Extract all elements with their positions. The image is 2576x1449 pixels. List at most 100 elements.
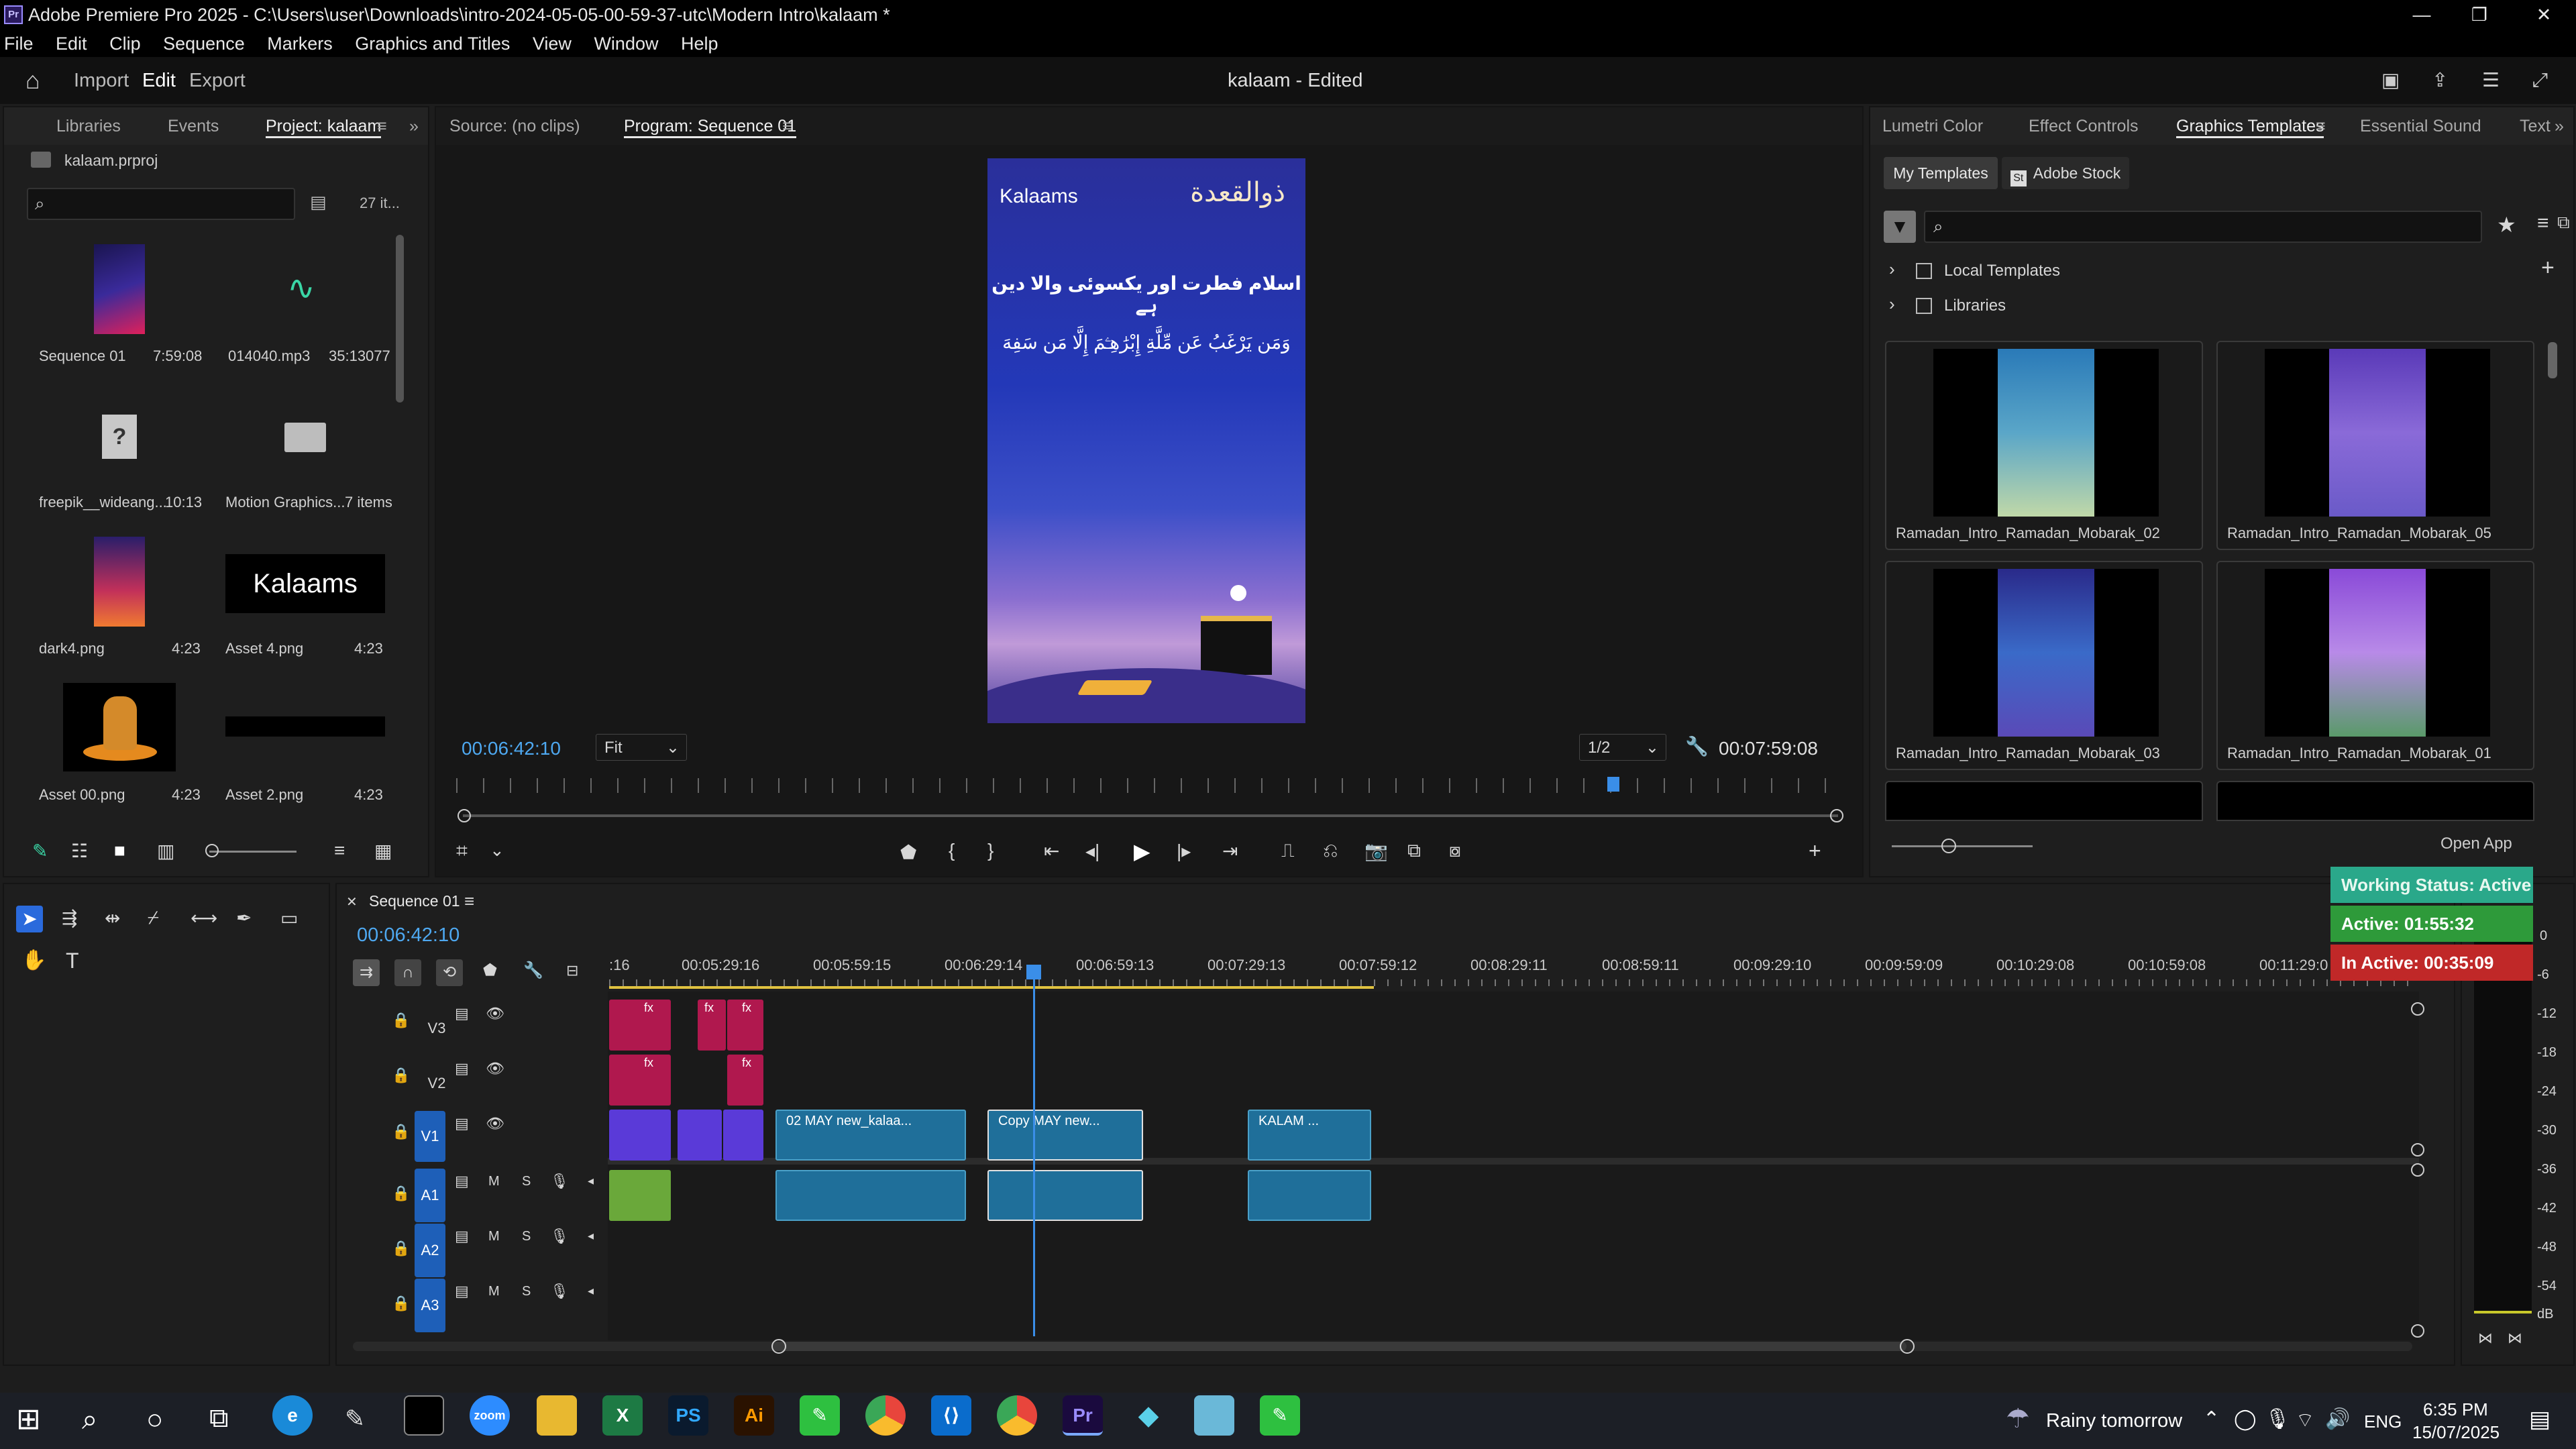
filter-icon[interactable]: ▼	[1884, 211, 1916, 243]
chrome-profile-icon[interactable]	[997, 1395, 1037, 1436]
lift-icon[interactable]: ⎍	[1281, 840, 1295, 862]
cortana-icon[interactable]: ○	[146, 1403, 163, 1436]
list-view-icon[interactable]: ☷	[71, 840, 88, 862]
photoshop-icon[interactable]: PS	[668, 1395, 708, 1436]
scroll-right-handle[interactable]	[1900, 1339, 1915, 1354]
new-folder-icon[interactable]: ⧉	[2557, 212, 2570, 233]
tab-essential-sound[interactable]: Essential Sound	[2360, 107, 2481, 145]
template-card[interactable]: Ramadan_Intro_Ramadan_Mobarak_01	[2216, 561, 2534, 770]
maximize-button[interactable]: ❐	[2466, 0, 2493, 30]
thumb-asset4[interactable]: Kalaams	[225, 554, 385, 613]
clip-v1-main-2[interactable]: Copy MAY new...	[987, 1110, 1143, 1161]
mute-button[interactable]: M	[488, 1174, 500, 1189]
open-app-link[interactable]: Open App	[2440, 835, 2512, 853]
ripple-edit-tool[interactable]: ⇹	[105, 907, 120, 929]
template-card[interactable]	[2216, 781, 2534, 821]
collapse-icon[interactable]: ◂	[588, 1284, 594, 1298]
thumb-size-slider[interactable]	[1892, 845, 2033, 847]
mute-button[interactable]: M	[488, 1229, 500, 1244]
compare-view-icon[interactable]: ⧉	[1407, 840, 1421, 862]
clip-v2-2[interactable]: fx	[727, 1055, 763, 1106]
captions-icon[interactable]: ⊟	[566, 962, 578, 979]
lock-icon[interactable]: 🔒	[392, 1240, 410, 1257]
audio-clip-3[interactable]	[987, 1170, 1143, 1221]
missing-file-icon[interactable]: ?	[102, 415, 137, 459]
minimize-button[interactable]: —	[2408, 0, 2435, 30]
menu-sequence[interactable]: Sequence	[163, 34, 245, 54]
list-options-icon[interactable]: ≡	[2537, 212, 2549, 235]
nest-toggle-icon[interactable]: ⇉	[353, 959, 380, 986]
vscode-icon[interactable]: ⟨⟩	[931, 1395, 971, 1436]
my-templates-button[interactable]: My Templates	[1884, 157, 1998, 189]
rectangle-tool[interactable]: ▭	[280, 907, 298, 929]
sequence-menu-icon[interactable]: ≡	[464, 891, 474, 912]
expand-panels-icon[interactable]: »	[409, 107, 419, 145]
solo-button[interactable]: S	[522, 1174, 531, 1189]
add-marker-icon[interactable]: ⬟	[900, 841, 916, 863]
film-icon[interactable]: ▤	[455, 1005, 469, 1022]
film-icon[interactable]: ▤	[455, 1283, 469, 1300]
tree-local-templates[interactable]: Local Templates	[1944, 262, 2060, 280]
file-explorer-icon[interactable]	[537, 1395, 577, 1436]
template-search-input[interactable]: ⌕	[1924, 211, 2482, 243]
add-icon[interactable]: +	[2541, 255, 2555, 281]
clip-v3-3[interactable]: fx	[727, 1000, 763, 1051]
zoom-bar-right-handle[interactable]	[1830, 809, 1843, 822]
track-label-v2[interactable]: V2	[421, 1060, 452, 1107]
film-icon[interactable]: ▤	[455, 1115, 469, 1132]
solo-left-icon[interactable]: ⋈	[2478, 1330, 2493, 1347]
step-back-icon[interactable]: ◂|	[1085, 840, 1099, 862]
clip-v1-main-3[interactable]: KALAM ...	[1248, 1110, 1371, 1161]
scroll-left-handle[interactable]	[771, 1339, 786, 1354]
green-app-icon[interactable]: ✎	[800, 1395, 840, 1436]
extract-icon[interactable]: ⎌	[1323, 840, 1338, 862]
tray-chevron-icon[interactable]: ⌃	[2203, 1407, 2220, 1431]
task-view-icon[interactable]: ⧉	[209, 1403, 229, 1434]
lock-icon[interactable]: 🔒	[392, 1295, 410, 1312]
collapse-icon[interactable]: ◂	[588, 1229, 594, 1243]
green-app-2-icon[interactable]: ✎	[1260, 1395, 1300, 1436]
graphics-menu-icon[interactable]: ≡	[2316, 107, 2326, 145]
tab-graphics-templates[interactable]: Graphics Templates	[2176, 107, 2324, 145]
eye-icon[interactable]: 👁	[486, 1115, 504, 1132]
menu-markers[interactable]: Markers	[267, 34, 333, 54]
tab-program[interactable]: Program: Sequence 01	[624, 107, 797, 145]
thumb-asset00[interactable]	[63, 683, 176, 771]
lock-icon[interactable]: 🔒	[392, 1067, 410, 1084]
clip-v3-2[interactable]: fx	[698, 1000, 726, 1051]
close-button[interactable]: ✕	[2530, 0, 2557, 30]
vertical-scroll-handle[interactable]	[2411, 1143, 2424, 1157]
weather-icon[interactable]: ☂	[2006, 1403, 2030, 1434]
template-card[interactable]: Ramadan_Intro_Ramadan_Mobarak_02	[1885, 341, 2203, 550]
start-icon[interactable]: ⊞	[16, 1402, 41, 1436]
fit-dropdown[interactable]: Fit ⌄	[596, 734, 687, 761]
wifi-icon[interactable]: ⌔	[2296, 1407, 2314, 1433]
chevron-down-icon[interactable]: ⌄	[490, 840, 504, 861]
import-tab[interactable]: Import	[74, 57, 129, 104]
lock-icon[interactable]: 🔒	[392, 1012, 410, 1029]
illustrator-icon[interactable]: Ai	[734, 1395, 774, 1436]
edit-tab[interactable]: Edit	[142, 57, 176, 104]
tab-source[interactable]: Source: (no clips)	[449, 107, 580, 145]
mic-icon[interactable]: 🎙	[550, 1173, 569, 1190]
wrench-icon[interactable]: 🔧	[1685, 735, 1709, 757]
search-icon[interactable]: ⌕	[82, 1403, 98, 1436]
tree-libraries[interactable]: Libraries	[1944, 297, 2006, 315]
local-templates-checkbox[interactable]	[1916, 263, 1932, 279]
film-icon[interactable]: ▤	[455, 1060, 469, 1077]
track-label-v3[interactable]: V3	[421, 1005, 452, 1052]
clip-v2-1[interactable]: fx	[609, 1055, 671, 1106]
libraries-checkbox[interactable]	[1916, 298, 1932, 314]
tab-text[interactable]: Text	[2520, 107, 2551, 145]
home-icon[interactable]: ⌂	[25, 57, 40, 104]
template-card[interactable]: Ramadan_Intro_Ramadan_Mobarak_03	[1885, 561, 2203, 770]
premiere-taskbar-icon[interactable]: Pr	[1063, 1395, 1103, 1436]
selection-tool[interactable]: ➤	[16, 906, 43, 932]
work-area-bar[interactable]	[609, 986, 1374, 989]
quick-export-icon[interactable]: ▣	[2381, 57, 2400, 104]
timeline-scroll-thumb[interactable]	[773, 1342, 1907, 1351]
zoom-slider-handle[interactable]	[205, 844, 219, 857]
audio-clip-4[interactable]	[1248, 1170, 1371, 1221]
sequence-tab[interactable]: Sequence 01	[369, 892, 460, 910]
button-editor-icon[interactable]: +	[1809, 839, 1821, 863]
